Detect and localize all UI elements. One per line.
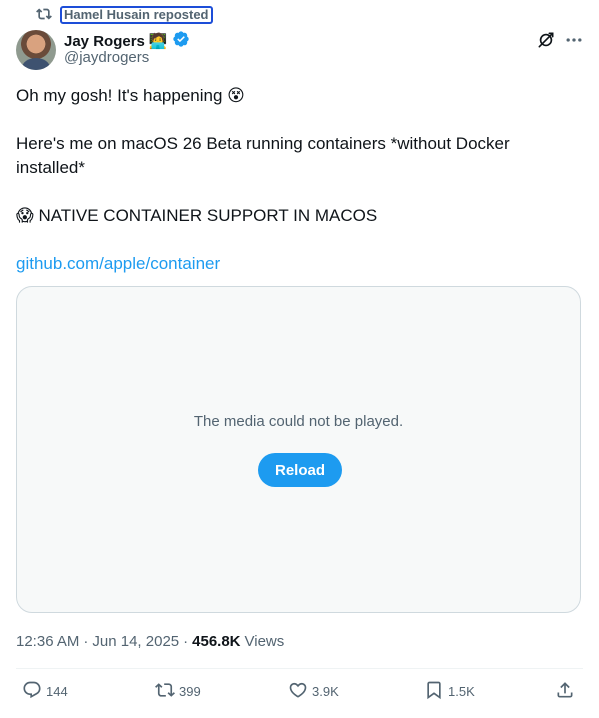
share-button[interactable]	[555, 680, 575, 703]
grok-icon[interactable]	[536, 30, 556, 50]
technologist-emoji: 🧑‍💻	[148, 32, 168, 50]
like-button[interactable]: 3.9K	[288, 680, 339, 703]
bookmark-button[interactable]: 1.5K	[424, 680, 475, 703]
tweet-date[interactable]: Jun 14, 2025	[92, 633, 179, 650]
repost-action-icon	[155, 680, 175, 703]
reply-button[interactable]: 144	[22, 680, 68, 703]
repost-indicator: Hamel Husain reposted	[36, 5, 213, 25]
reply-icon	[22, 680, 42, 703]
meta-separator: ·	[183, 633, 189, 650]
meta-separator: ·	[83, 633, 89, 650]
like-count: 3.9K	[312, 684, 339, 699]
views-label: Views	[244, 633, 285, 650]
heart-icon	[288, 680, 308, 703]
tweet-line-3: 😱 NATIVE CONTAINER SUPPORT IN MACOS	[16, 206, 378, 225]
tweet-time[interactable]: 12:36 AM	[16, 633, 79, 650]
more-options-icon[interactable]	[564, 30, 584, 50]
action-bar: 144 399 3.9K 1.5K	[16, 680, 583, 706]
reload-button[interactable]: Reload	[258, 453, 342, 487]
reply-count: 144	[46, 684, 68, 699]
tweet-meta: 12:36 AM · Jun 14, 2025 · 456.8K Views	[16, 633, 284, 650]
verified-badge-icon	[172, 30, 190, 52]
repost-button[interactable]: 399	[155, 680, 201, 703]
tweet-line-1: Oh my gosh! It's happening 😵	[16, 86, 245, 105]
author-handle[interactable]: @jaydrogers	[64, 49, 149, 66]
repost-icon	[36, 6, 52, 25]
tweet-text: Oh my gosh! It's happening 😵 Here's me o…	[16, 84, 576, 276]
repost-label[interactable]: Hamel Husain reposted	[60, 6, 213, 24]
author-name[interactable]: Jay Rogers	[64, 33, 145, 50]
repost-count: 399	[179, 684, 201, 699]
bookmark-count: 1.5K	[448, 684, 475, 699]
share-icon	[555, 680, 575, 703]
tweet-link[interactable]: github.com/apple/container	[16, 254, 220, 273]
media-error-message: The media could not be played.	[193, 413, 404, 430]
views-count: 456.8K	[192, 633, 241, 650]
media-card: The media could not be played. Reload	[16, 286, 581, 613]
tweet-line-2: Here's me on macOS 26 Beta running conta…	[16, 134, 510, 177]
bookmark-icon	[424, 680, 444, 703]
avatar[interactable]	[16, 30, 56, 70]
divider	[16, 668, 583, 669]
